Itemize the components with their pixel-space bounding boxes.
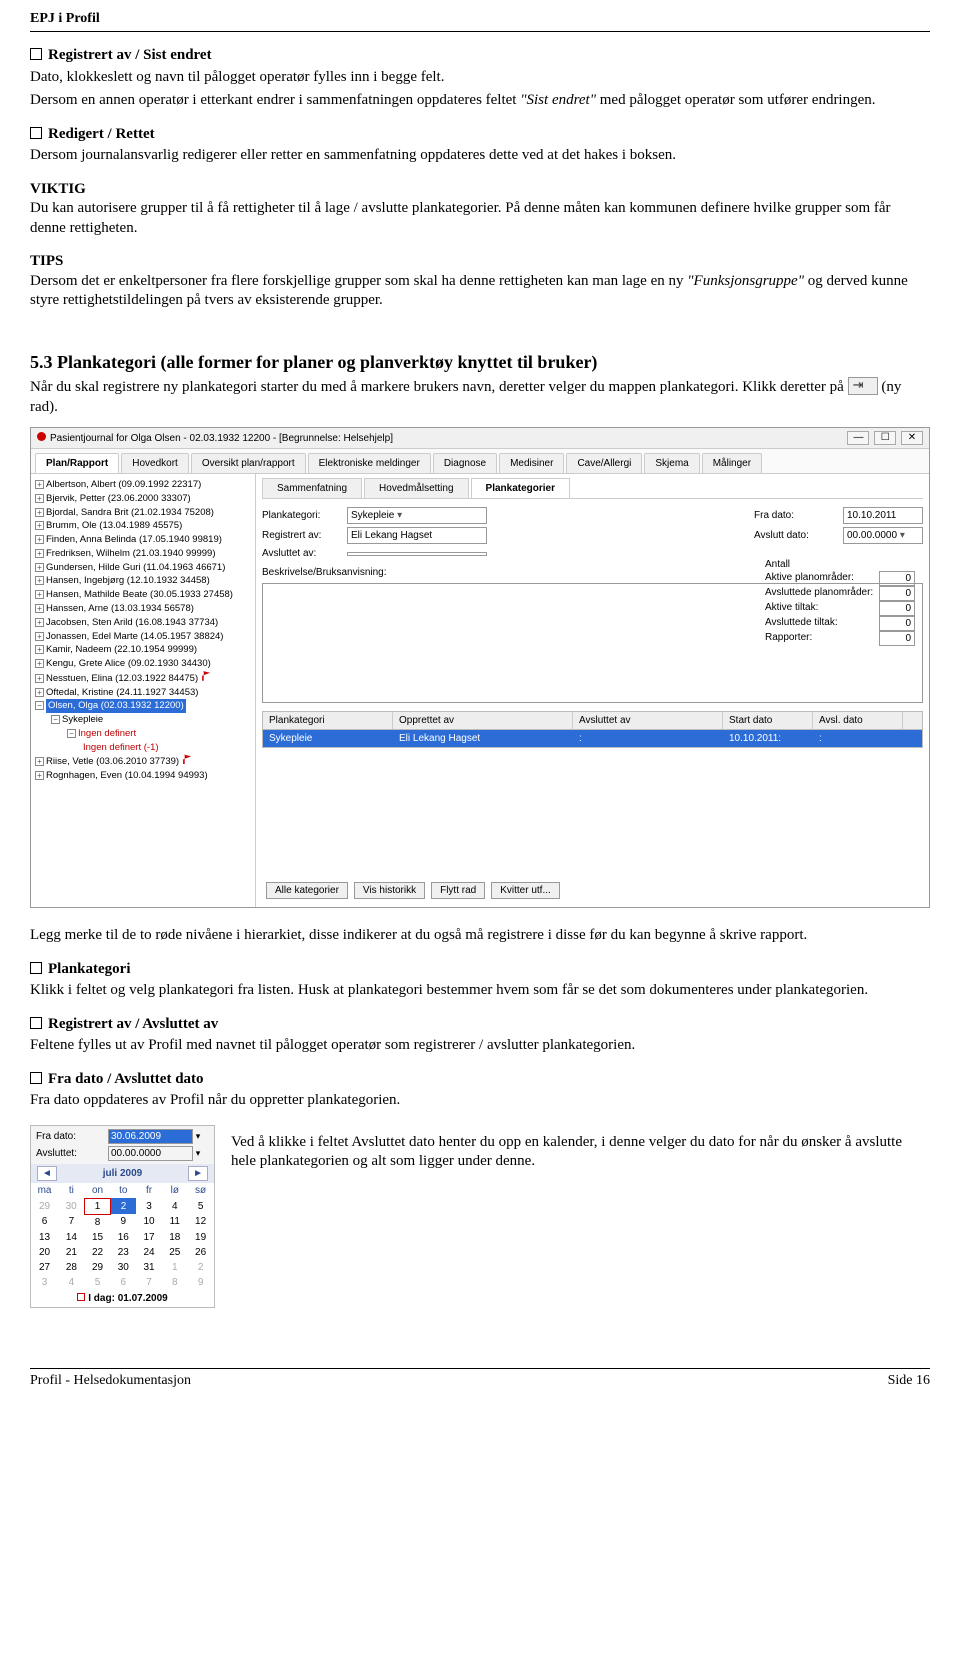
- para: Legg merke til de to røde nivåene i hier…: [30, 926, 930, 946]
- prev-month-button[interactable]: ◄: [37, 1166, 57, 1181]
- flag-icon: [183, 754, 191, 764]
- para: Fra dato oppdateres av Profil når du opp…: [30, 1091, 930, 1111]
- section-plankategori: Plankategori: [30, 960, 930, 980]
- tab-diagnose[interactable]: Diagnose: [433, 453, 497, 473]
- field-fra-dato[interactable]: 10.10.2011: [843, 507, 923, 524]
- btn-vis-historikk[interactable]: Vis historikk: [354, 882, 425, 899]
- section-registrert-av: Registrert av / Sist endret: [30, 46, 930, 66]
- flag-icon: [202, 671, 210, 681]
- tab-medisiner[interactable]: Medisiner: [499, 453, 564, 473]
- calendar-nav: ◄ juli 2009 ►: [31, 1164, 214, 1183]
- para: Klikk i feltet og velg plankategori fra …: [30, 981, 930, 1001]
- next-month-button[interactable]: ►: [188, 1166, 208, 1181]
- subtab-sammenfatning[interactable]: Sammenfatning: [262, 478, 362, 498]
- checkbox-icon: [30, 1072, 42, 1084]
- app-icon: [37, 432, 46, 441]
- label-fra-dato: Fra dato:: [754, 509, 839, 522]
- page-footer: Profil - Helsedokumentasjon Side 16: [30, 1368, 930, 1390]
- patient-tree[interactable]: +Albertson, Albert (09.09.1992 22317) +B…: [31, 474, 256, 907]
- tab-hovedkort[interactable]: Hovedkort: [121, 453, 189, 473]
- cal-field-fra[interactable]: 30.06.2009: [108, 1129, 193, 1144]
- calendar-today[interactable]: I dag: 01.07.2009: [31, 1290, 214, 1307]
- cal-label-avsluttet: Avsluttet:: [36, 1147, 108, 1160]
- checkbox-icon: [30, 1017, 42, 1029]
- section-fra-avsluttet-dato: Fra dato / Avsluttet dato: [30, 1070, 930, 1090]
- label-plankategori: Plankategori:: [262, 509, 347, 522]
- main-tabs: Plan/Rapport Hovedkort Oversikt plan/rap…: [31, 449, 929, 474]
- label-avslutt-dato: Avslutt dato:: [754, 529, 839, 542]
- counts-panel: Antall Aktive planområder:0 Avsluttede p…: [765, 558, 915, 646]
- label-registrert-av: Registrert av:: [262, 529, 347, 542]
- section-redigert-rettet: Redigert / Rettet: [30, 125, 930, 145]
- main-panel: Sammenfatning Hovedmålsetting Plankatego…: [256, 474, 929, 907]
- close-button[interactable]: ✕: [901, 431, 923, 445]
- tab-cave[interactable]: Cave/Allergi: [566, 453, 642, 473]
- combo-plankategori[interactable]: Sykepleie: [347, 507, 487, 524]
- tab-skjema[interactable]: Skjema: [644, 453, 699, 473]
- maximize-button[interactable]: ☐: [874, 431, 896, 445]
- grid-row-selected[interactable]: Sykepleie Eli Lekang Hagset : 10.10.2011…: [262, 730, 923, 748]
- checkbox-icon: [30, 962, 42, 974]
- para: Feltene fylles ut av Profil med navnet t…: [30, 1036, 930, 1056]
- btn-kvitter-utf[interactable]: Kvitter utf...: [491, 882, 560, 899]
- para: Når du skal registrere ny plankategori s…: [30, 377, 930, 417]
- para: Ved å klikke i feltet Avsluttet dato hen…: [231, 1133, 930, 1172]
- app-window: Pasientjournal for Olga Olsen - 02.03.19…: [30, 427, 930, 908]
- tab-oversikt[interactable]: Oversikt plan/rapport: [191, 453, 306, 473]
- subtab-hovedmal[interactable]: Hovedmålsetting: [364, 478, 468, 498]
- minimize-button[interactable]: —: [847, 431, 869, 445]
- cal-label-fra: Fra dato:: [36, 1130, 108, 1143]
- btn-flytt-rad[interactable]: Flytt rad: [431, 882, 485, 899]
- para: Dato, klokkeslett og navn til pålogget o…: [30, 68, 930, 88]
- tree-selected[interactable]: Olsen, Olga (02.03.1932 12200): [46, 699, 186, 713]
- checkbox-icon: [30, 127, 42, 139]
- calendar-month: juli 2009: [103, 1167, 142, 1180]
- bottom-buttons: Alle kategorier Vis historikk Flytt rad …: [262, 878, 923, 903]
- window-titlebar: Pasientjournal for Olga Olsen - 02.03.19…: [31, 428, 929, 449]
- footer-right: Side 16: [888, 1372, 930, 1390]
- label-avsluttet-av: Avsluttet av:: [262, 547, 347, 560]
- field-avslutt-dato[interactable]: 00.00.0000: [843, 527, 923, 544]
- footer-left: Profil - Helsedokumentasjon: [30, 1372, 191, 1390]
- new-row-icon: [848, 377, 878, 395]
- para-tips: TIPS Dersom det er enkeltpersoner fra fl…: [30, 252, 930, 311]
- calendar-widget: Fra dato:30.06.2009 ▾ Avsluttet:00.00.00…: [30, 1125, 215, 1308]
- field-registrert-av[interactable]: Eli Lekang Hagset: [347, 527, 487, 544]
- para: Dersom en annen operatør i etterkant end…: [30, 91, 930, 111]
- doc-header: EPJ i Profil: [30, 10, 930, 32]
- para-viktig: VIKTIG Du kan autorisere grupper til å f…: [30, 180, 930, 239]
- calendar-grid[interactable]: mationtofrløsø 293012345 6789101112 1314…: [31, 1183, 214, 1290]
- grid-header: Plankategori Opprettet av Avsluttet av S…: [262, 711, 923, 730]
- btn-alle-kategorier[interactable]: Alle kategorier: [266, 882, 348, 899]
- cal-field-avsluttet[interactable]: 00.00.0000: [108, 1146, 193, 1161]
- tab-malinger[interactable]: Målinger: [702, 453, 762, 473]
- para: Dersom journalansvarlig redigerer eller …: [30, 146, 930, 166]
- tab-plan-rapport[interactable]: Plan/Rapport: [35, 453, 119, 473]
- subtab-plankategorier[interactable]: Plankategorier: [471, 478, 570, 498]
- heading-5-3: 5.3 Plankategori (alle former for planer…: [30, 351, 930, 374]
- field-avsluttet-av[interactable]: [347, 552, 487, 556]
- checkbox-icon: [30, 48, 42, 60]
- section-registrert-avsluttet: Registrert av / Avsluttet av: [30, 1015, 930, 1035]
- tab-emeldinger[interactable]: Elektroniske meldinger: [308, 453, 431, 473]
